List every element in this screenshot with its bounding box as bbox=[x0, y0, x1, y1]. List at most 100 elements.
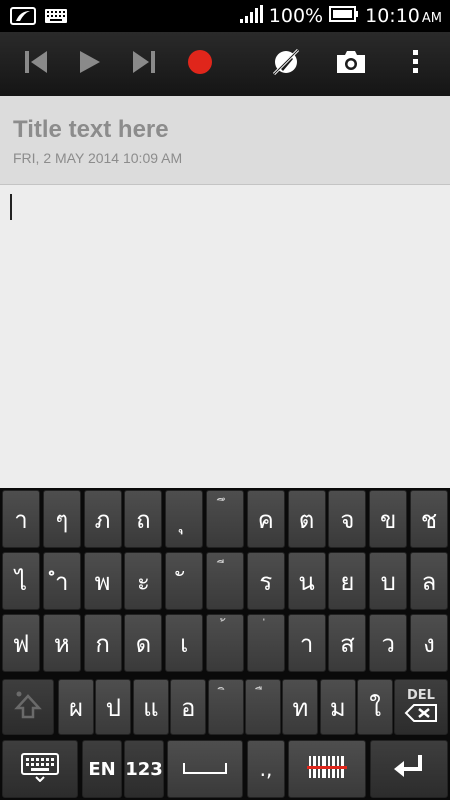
letter-key[interactable]: ล bbox=[410, 552, 448, 610]
backspace-icon bbox=[404, 703, 438, 727]
letter-key[interactable]: ะ bbox=[124, 552, 163, 610]
overflow-menu-icon bbox=[412, 49, 420, 79]
letter-key[interactable]: ถ bbox=[124, 490, 163, 548]
key-label: น bbox=[298, 567, 315, 596]
letter-key[interactable]: ิ bbox=[207, 679, 244, 735]
key-label: ไ bbox=[14, 567, 28, 596]
punctuation-key[interactable]: ., bbox=[247, 740, 285, 798]
letter-key[interactable]: ต bbox=[287, 490, 326, 548]
pen-off-icon bbox=[270, 46, 302, 82]
text-cursor bbox=[10, 194, 12, 220]
letter-key[interactable]: ผ bbox=[58, 679, 94, 735]
keyboard-icon bbox=[20, 752, 60, 786]
key-label: แ bbox=[143, 693, 159, 722]
letter-key[interactable]: ด bbox=[124, 614, 163, 672]
letter-key[interactable]: ก bbox=[83, 614, 122, 672]
letter-key[interactable]: า bbox=[287, 614, 326, 672]
letter-key[interactable]: ส bbox=[328, 614, 367, 672]
letter-key[interactable]: ฟ bbox=[2, 614, 40, 672]
battery-icon bbox=[329, 5, 359, 27]
key-label: ช bbox=[420, 505, 438, 534]
letter-key[interactable]: ค bbox=[246, 490, 285, 548]
record-button[interactable] bbox=[178, 32, 222, 96]
key-label: ะ bbox=[136, 567, 150, 596]
delete-key[interactable]: DEL bbox=[394, 679, 448, 735]
key-label: ต bbox=[298, 505, 315, 534]
shift-icon bbox=[14, 690, 42, 724]
note-title-input[interactable]: Title text here bbox=[13, 116, 169, 144]
key-secondary-label: ่ bbox=[248, 617, 284, 641]
pen-off-button[interactable] bbox=[262, 32, 310, 96]
key-secondary-label: ี bbox=[207, 555, 243, 579]
keyboard-notification-icon bbox=[44, 7, 68, 29]
letter-key[interactable]: ท bbox=[282, 679, 319, 735]
numbers-key-label: 123 bbox=[125, 758, 163, 780]
space-icon bbox=[182, 760, 228, 779]
clock: 10:10 AM bbox=[365, 5, 442, 27]
key-secondary-label: ึ bbox=[207, 493, 243, 517]
key-label: ถ bbox=[136, 505, 151, 534]
battery-percent: 100% bbox=[268, 5, 324, 27]
letter-key[interactable]: เ bbox=[165, 614, 204, 672]
letter-key[interactable]: พ bbox=[83, 552, 122, 610]
thai-keyboard: าๆภถุึคตจขช ไำพะัีรนยบล ฟหกดเ้่าสวง ผปแอ… bbox=[0, 488, 450, 800]
key-label: ร bbox=[259, 567, 273, 596]
letter-key[interactable]: ง bbox=[410, 614, 448, 672]
space-key[interactable] bbox=[167, 740, 243, 798]
letter-key[interactable]: ั bbox=[165, 552, 204, 610]
signal-icon bbox=[239, 4, 263, 28]
key-label: ท bbox=[292, 693, 309, 722]
letter-key[interactable]: บ bbox=[369, 552, 408, 610]
letter-key[interactable]: ำ bbox=[42, 552, 81, 610]
key-label: ข bbox=[379, 505, 397, 534]
key-label: ภ bbox=[94, 505, 111, 534]
letter-key[interactable]: ื bbox=[245, 679, 281, 735]
letter-key[interactable]: ภ bbox=[83, 490, 122, 548]
letter-key[interactable]: ข bbox=[369, 490, 408, 548]
camera-button[interactable] bbox=[327, 32, 375, 96]
letter-key[interactable]: ึ bbox=[206, 490, 244, 548]
key-label: า bbox=[14, 505, 28, 534]
letter-key[interactable]: จ bbox=[328, 490, 367, 548]
note-body-input[interactable] bbox=[0, 185, 450, 488]
numbers-key[interactable]: 123 bbox=[124, 740, 164, 798]
key-label: ฟ bbox=[12, 629, 30, 658]
keyboard-settings-key[interactable] bbox=[2, 740, 78, 798]
letter-key[interactable]: ุ bbox=[165, 490, 204, 548]
letter-key[interactable]: ม bbox=[319, 679, 356, 735]
letter-key[interactable]: ป bbox=[95, 679, 132, 735]
letter-key[interactable]: ไ bbox=[2, 552, 40, 610]
enter-key[interactable] bbox=[370, 740, 448, 798]
letter-key[interactable]: แ bbox=[132, 679, 169, 735]
letter-key[interactable]: ่ bbox=[246, 614, 285, 672]
letter-key[interactable]: ๆ bbox=[42, 490, 81, 548]
key-label: ง bbox=[423, 629, 435, 658]
letter-key[interactable]: ใ bbox=[357, 679, 394, 735]
letter-key[interactable]: า bbox=[2, 490, 40, 548]
key-secondary-label: ื bbox=[246, 682, 280, 706]
skip-next-button[interactable] bbox=[122, 32, 166, 96]
handwriting-key[interactable] bbox=[288, 740, 366, 798]
key-label: า bbox=[299, 629, 314, 658]
play-button[interactable] bbox=[68, 32, 112, 96]
language-key-label: EN bbox=[88, 758, 116, 780]
letter-key[interactable]: อ bbox=[170, 679, 207, 735]
letter-key[interactable]: ช bbox=[410, 490, 448, 548]
letter-key[interactable]: ี bbox=[206, 552, 244, 610]
letter-key[interactable]: ร bbox=[246, 552, 285, 610]
language-key[interactable]: EN bbox=[82, 740, 122, 798]
shift-key[interactable] bbox=[2, 679, 54, 735]
toolbar bbox=[0, 32, 450, 97]
letter-key[interactable]: ว bbox=[369, 614, 408, 672]
letter-key[interactable]: ย bbox=[328, 552, 367, 610]
key-label: ย bbox=[340, 567, 355, 596]
letter-key[interactable]: ห bbox=[42, 614, 81, 672]
key-label: ใ bbox=[369, 693, 382, 722]
play-icon bbox=[78, 49, 102, 79]
skip-previous-button[interactable] bbox=[14, 32, 58, 96]
key-label: ป bbox=[105, 693, 121, 722]
overflow-menu-button[interactable] bbox=[398, 32, 434, 96]
letter-key[interactable]: ้ bbox=[206, 614, 244, 672]
skip-previous-icon bbox=[23, 49, 49, 79]
letter-key[interactable]: น bbox=[287, 552, 326, 610]
